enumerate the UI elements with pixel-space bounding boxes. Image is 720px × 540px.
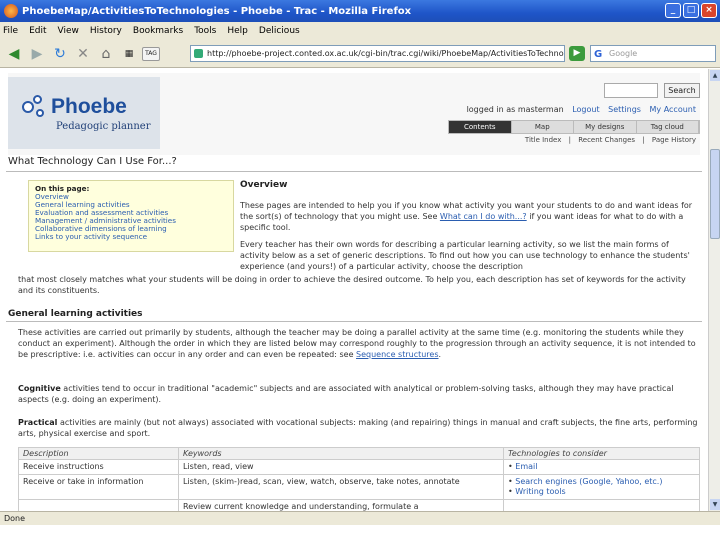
menu-edit[interactable]: Edit (29, 26, 46, 36)
table-row: Review current knowledge and understandi… (18, 499, 700, 511)
overview-paragraph-2: Every teacher has their own words for de… (240, 240, 690, 271)
column-header-description: Description (18, 447, 179, 460)
menu-help[interactable]: Help (227, 26, 248, 36)
row-technologies: • Email (503, 459, 700, 475)
row-description: Receive instructions (18, 459, 179, 475)
table-row: Receive instructions Listen, read, view … (18, 459, 700, 475)
row-keywords: Review current knowledge and understandi… (178, 499, 504, 511)
general-activities-heading: General learning activities (8, 309, 143, 319)
tab-map[interactable]: Map (512, 121, 574, 133)
cognitive-paragraph: Cognitive activities tend to occur in tr… (18, 384, 674, 404)
site-header: Phoebe Pedagogic planner Search logged i… (8, 73, 700, 155)
close-button[interactable]: × (701, 3, 717, 18)
my-account-link[interactable]: My Account (650, 105, 696, 114)
status-text: Done (4, 514, 26, 523)
site-search-button[interactable]: Search (664, 83, 700, 98)
site-logo[interactable]: Phoebe Pedagogic planner (8, 77, 160, 149)
row-keywords: Listen, (skim-)read, scan, view, watch, … (178, 474, 504, 500)
minimize-button[interactable]: _ (665, 3, 681, 18)
title-index-link[interactable]: Title Index (525, 136, 562, 144)
tech-link-email[interactable]: Email (515, 462, 537, 471)
google-icon: G (594, 49, 603, 60)
menu-tools[interactable]: Tools (194, 26, 216, 36)
reload-icon[interactable]: ↻ (50, 44, 70, 64)
overview-heading: Overview (240, 180, 288, 190)
site-search-input[interactable] (604, 83, 658, 98)
toc-link-sequence[interactable]: Links to your activity sequence (35, 233, 227, 241)
delicious-icon[interactable]: ▦ (119, 44, 139, 64)
row-keywords: Listen, read, view (178, 459, 504, 475)
browser-search-placeholder: Google (609, 49, 638, 58)
forward-arrow-icon[interactable]: ▶ (27, 44, 47, 64)
vertical-scrollbar[interactable]: ▲ ▼ (708, 69, 720, 511)
page-content: Phoebe Pedagogic planner Search logged i… (0, 69, 708, 511)
what-can-i-do-link[interactable]: What can I do with...? (440, 212, 527, 221)
menu-history[interactable]: History (90, 26, 122, 36)
home-icon[interactable]: ⌂ (96, 44, 116, 64)
window-title: PhoebeMap/ActivitiesToTechnologies - Pho… (22, 5, 412, 17)
table-row: Receive or take in information Listen, (… (18, 474, 700, 500)
divider (6, 171, 702, 172)
practical-paragraph: Practical activities are mainly (but not… (18, 418, 698, 438)
scroll-up-arrow-icon[interactable]: ▲ (710, 70, 720, 81)
go-button[interactable]: ▶ (569, 46, 585, 61)
url-text: http://phoebe-project.conted.ox.ac.uk/cg… (207, 49, 565, 58)
main-nav-tabs: Contents Map My designs Tag cloud (448, 120, 700, 134)
general-activities-paragraph: These activities are carried out primari… (18, 328, 696, 359)
menu-bar: File Edit View History Bookmarks Tools H… (0, 22, 720, 40)
logo-subtitle: Pedagogic planner (56, 121, 151, 132)
settings-link[interactable]: Settings (608, 105, 641, 114)
menu-bookmarks[interactable]: Bookmarks (133, 26, 183, 36)
page-title: What Technology Can I Use For...? (8, 156, 177, 167)
divider (6, 321, 702, 322)
stop-icon[interactable]: ✕ (73, 44, 93, 64)
url-bar[interactable]: http://phoebe-project.conted.ox.ac.uk/cg… (190, 45, 565, 62)
row-technologies (503, 499, 700, 511)
site-favicon-icon (194, 49, 203, 58)
menu-file[interactable]: File (3, 26, 18, 36)
tab-contents[interactable]: Contents (449, 121, 512, 133)
menu-view[interactable]: View (58, 26, 79, 36)
menu-delicious[interactable]: Delicious (259, 26, 300, 36)
logo-title: Phoebe (51, 95, 127, 118)
column-header-technologies: Technologies to consider (503, 447, 700, 460)
tag-button[interactable]: TAG (142, 46, 160, 61)
overview-paragraph-1: These pages are intended to help you if … (240, 201, 693, 232)
tech-link-search-engines[interactable]: Search engines (Google, Yahoo, etc.) (515, 477, 662, 486)
sequence-structures-link[interactable]: Sequence structures (356, 350, 438, 359)
back-arrow-icon[interactable]: ◀ (4, 44, 24, 64)
scroll-down-arrow-icon[interactable]: ▼ (710, 499, 720, 510)
bottom-strip (0, 525, 720, 540)
tab-tag-cloud[interactable]: Tag cloud (637, 121, 699, 133)
maximize-button[interactable]: □ (683, 3, 699, 18)
scrollbar-thumb[interactable] (710, 149, 720, 239)
column-header-keywords: Keywords (178, 447, 504, 460)
page-history-link[interactable]: Page History (652, 136, 696, 144)
status-bar: Done (0, 511, 720, 525)
navigation-toolbar: ◀ ▶ ↻ ✕ ⌂ ▦ TAG http://phoebe-project.co… (0, 40, 720, 68)
row-description: Receive or take in information (18, 474, 179, 500)
tech-link-writing-tools[interactable]: Writing tools (515, 487, 565, 496)
table-header-row: Description Keywords Technologies to con… (18, 447, 700, 460)
window-controls: _ □ × (665, 3, 717, 18)
table-of-contents: On this page: Overview General learning … (28, 180, 234, 252)
tab-my-designs[interactable]: My designs (574, 121, 637, 133)
firefox-icon (4, 4, 18, 18)
user-links: logged in as masterman Logout Settings M… (467, 105, 696, 114)
window-titlebar: PhoebeMap/ActivitiesToTechnologies - Pho… (0, 0, 720, 22)
logged-in-text: logged in as masterman (466, 105, 564, 114)
overview-paragraph-2-continued: that most closely matches what your stud… (18, 275, 686, 295)
overview-section: Overview These pages are intended to hel… (240, 180, 700, 278)
activities-table: Description Keywords Technologies to con… (18, 447, 700, 511)
sub-navigation: Title Index | Recent Changes | Page Hist… (524, 136, 696, 144)
row-description (18, 499, 179, 511)
row-technologies: • Search engines (Google, Yahoo, etc.) • … (503, 474, 700, 500)
browser-search-input[interactable]: G Google (590, 45, 716, 62)
logout-link[interactable]: Logout (572, 105, 599, 114)
recent-changes-link[interactable]: Recent Changes (578, 136, 635, 144)
